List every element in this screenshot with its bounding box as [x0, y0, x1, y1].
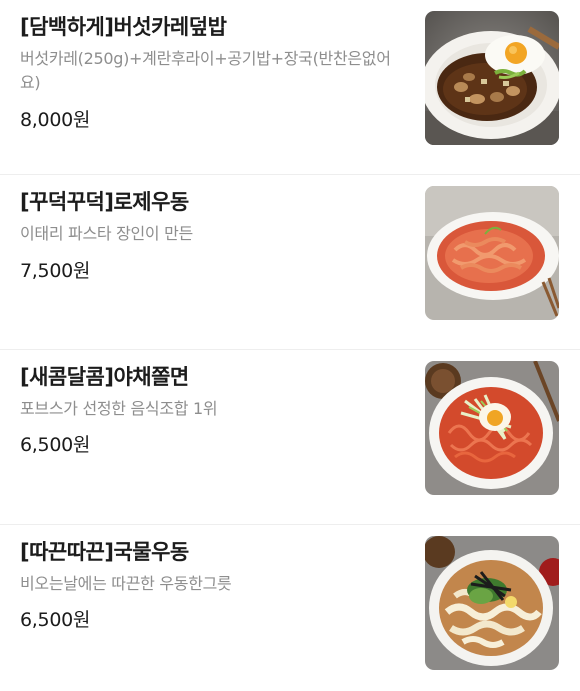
- menu-item-name: [새콤달콤]야채쫄면: [20, 365, 189, 389]
- menu-item-broth-udon[interactable]: [따끈따끈]국물우동 비오는날에는 따끈한 우동한그릇 6,500원: [0, 525, 580, 691]
- menu-item-price: 8,000원: [20, 109, 91, 131]
- menu-item-description: 비오는날에는 따끈한 우동한그릇: [20, 574, 232, 593]
- menu-item-description: 이태리 파스타 장인이 만든: [20, 224, 193, 243]
- menu-item-rose-udon[interactable]: [꾸덕꾸덕]로제우동 이태리 파스타 장인이 만든 7,500원: [0, 175, 580, 350]
- menu-item-description: 버섯카레(250g)+계란후라이+공기밥+장국(반찬은없어요): [20, 49, 391, 92]
- menu-item-mushroom-curry[interactable]: [담백하게]버섯카레덮밥 버섯카레(250g)+계란후라이+공기밥+장국(반찬은…: [0, 0, 580, 175]
- menu-item-name: [담백하게]버섯카레덮밥: [20, 15, 227, 39]
- menu-item-description: 포브스가 선정한 음식조합 1위: [20, 399, 218, 418]
- rose-udon-photo[interactable]: [425, 186, 559, 320]
- broth-udon-photo[interactable]: [425, 536, 559, 670]
- menu-item-name: [꾸덕꾸덕]로제우동: [20, 190, 189, 214]
- menu-item-price: 7,500원: [20, 260, 91, 282]
- menu-item-jjolmyeon[interactable]: [새콤달콤]야채쫄면 포브스가 선정한 음식조합 1위 6,500원: [0, 350, 580, 525]
- menu-item-name: [따끈따끈]국물우동: [20, 540, 189, 564]
- mushroom-curry-rice-photo[interactable]: [425, 11, 559, 145]
- vegetable-jjolmyeon-photo[interactable]: [425, 361, 559, 495]
- menu-item-price: 6,500원: [20, 434, 91, 456]
- menu-item-price: 6,500원: [20, 609, 91, 631]
- menu-list: [담백하게]버섯카레덮밥 버섯카레(250g)+계란후라이+공기밥+장국(반찬은…: [0, 0, 580, 691]
